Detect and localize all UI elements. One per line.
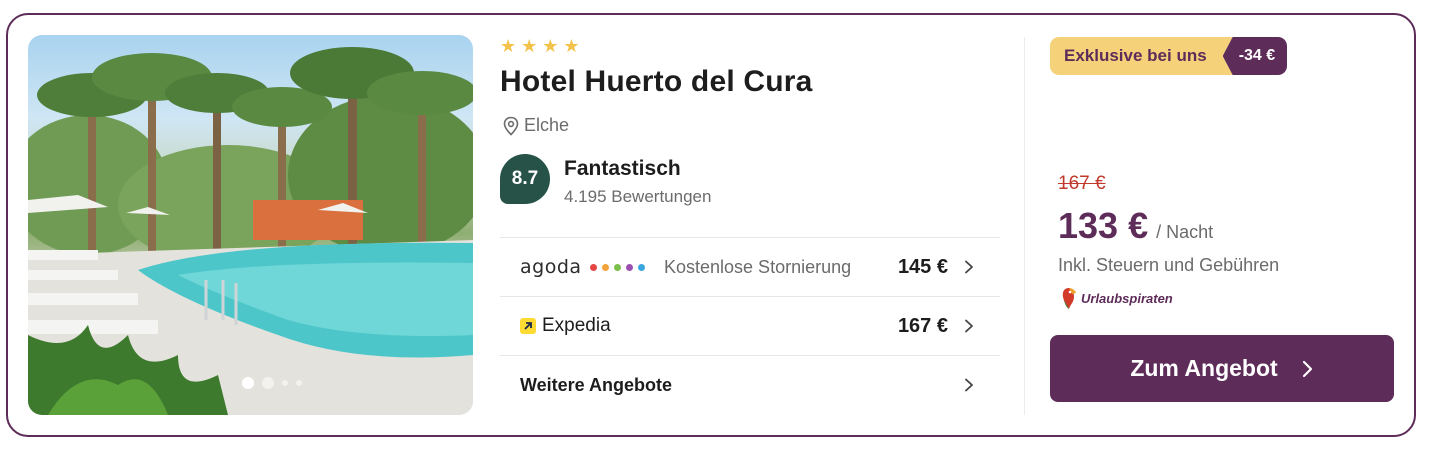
deal-badge: Exklusive bei uns -34 € <box>1050 37 1288 75</box>
star-icon: ★ <box>521 36 538 56</box>
hotel-card: ★ ★ ★ ★ Hotel Huerto del Cura Elche 8.7 … <box>6 13 1416 437</box>
price-amount: 133 € <box>1058 205 1149 246</box>
offer-note: Kostenlose Stornierung <box>664 256 852 277</box>
chevron-right-icon <box>965 319 973 333</box>
location-label: Elche <box>524 115 570 135</box>
discount-amount: -34 € <box>1222 37 1288 75</box>
expedia-icon <box>520 318 536 334</box>
review-count[interactable]: 4.195 Bewertungen <box>564 187 711 207</box>
agoda-dot <box>589 263 597 271</box>
provider-name: Urlaubspiraten <box>1081 290 1173 306</box>
old-price: 167 € <box>1058 173 1106 194</box>
expedia-logo: Expedia <box>520 315 611 337</box>
agoda-dot <box>625 263 633 271</box>
rating-word: Fantastisch <box>564 157 681 180</box>
rating-score-badge: 8.7 <box>500 154 550 204</box>
hotel-location: Elche <box>502 115 569 136</box>
gallery-dot-3[interactable] <box>282 380 288 386</box>
agoda-dot <box>613 263 621 271</box>
cta-button[interactable]: Zum Angebot <box>1050 335 1394 402</box>
provider-logo: Urlaubspiraten <box>1060 286 1173 310</box>
parrot-icon <box>1062 288 1076 309</box>
hotel-photo[interactable] <box>28 35 473 415</box>
gallery-dot-1[interactable] <box>242 377 254 389</box>
column-divider <box>1024 37 1025 415</box>
partner-name: Expedia <box>542 315 611 336</box>
agoda-dot <box>601 263 609 271</box>
star-icon: ★ <box>563 36 580 56</box>
hotel-photo-image <box>28 47 473 415</box>
chevron-right-icon <box>965 378 973 392</box>
offer-row-agoda[interactable]: agoda Kostenlose Stornierung 145 € <box>500 237 1000 296</box>
star-icon: ★ <box>542 36 559 56</box>
agoda-dot <box>637 263 645 271</box>
gallery-dot-4[interactable] <box>296 380 302 386</box>
gallery-dots <box>242 377 302 389</box>
exclusive-label: Exklusive bei uns <box>1050 37 1233 75</box>
offer-row-expedia[interactable]: Expedia 167 € <box>500 296 1000 355</box>
hotel-stars: ★ ★ ★ ★ <box>500 37 580 55</box>
offer-price: 145 € <box>897 255 948 278</box>
current-price: 133 € / Nacht <box>1058 205 1213 247</box>
offer-price: 167 € <box>897 314 948 337</box>
offers-list: agoda Kostenlose Stornierung 145 € Exped… <box>500 237 1000 414</box>
more-offers-label: Weitere Angebote <box>520 374 673 395</box>
agoda-dots-icon <box>589 263 645 271</box>
chevron-right-icon <box>965 260 973 274</box>
chevron-right-icon <box>1302 360 1312 377</box>
star-icon: ★ <box>500 36 517 56</box>
hotel-name[interactable]: Hotel Huerto del Cura <box>500 65 813 99</box>
cta-label: Zum Angebot <box>1130 355 1278 381</box>
partner-name: agoda <box>520 256 582 278</box>
agoda-logo: agoda <box>520 256 645 278</box>
tax-note: Inkl. Steuern und Gebühren <box>1058 255 1280 275</box>
offer-row-more[interactable]: Weitere Angebote <box>500 355 1000 414</box>
price-unit: / Nacht <box>1156 222 1214 242</box>
gallery-dot-2[interactable] <box>262 377 274 389</box>
location-pin-icon <box>503 116 519 136</box>
